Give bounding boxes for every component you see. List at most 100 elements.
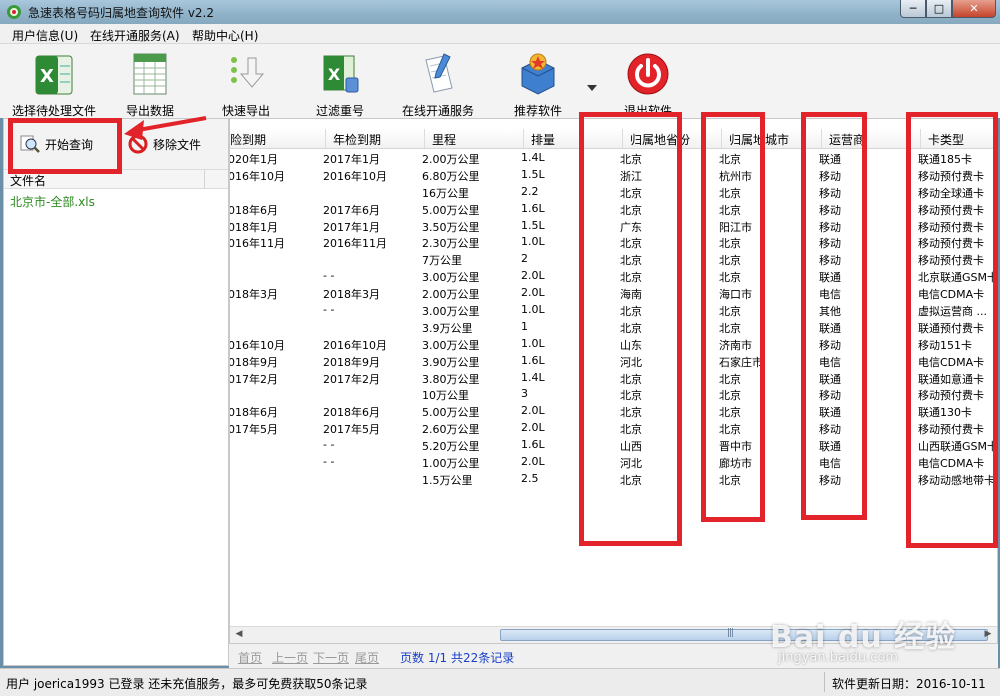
quick-export-label: 快速导出 bbox=[221, 104, 270, 118]
pager: 首页 上一页 下一页 尾页 页数 1/1 共22条记录 bbox=[229, 644, 998, 668]
col-mileage-header[interactable]: 里程 bbox=[432, 131, 456, 148]
first-page-link[interactable]: 首页 bbox=[238, 649, 262, 666]
col-displacement-cell: 1.0L bbox=[521, 235, 545, 249]
col-insurance-expiry-header[interactable]: 险到期 bbox=[230, 131, 266, 148]
col-mileage-cell: 1.00万公里 bbox=[422, 457, 480, 471]
file-panel: 开始查询 移除文件 文件名 北京市-全部.xls bbox=[3, 118, 229, 666]
annotation-box-city bbox=[701, 112, 765, 522]
excel-filter-icon: X bbox=[323, 55, 359, 93]
menu-bar: 用户信息(U) 在线开通服务(A) 帮助中心(H) bbox=[0, 24, 1000, 44]
col-displacement-cell: 1.4L bbox=[521, 370, 545, 384]
file-name-column: 文件名 bbox=[10, 174, 47, 188]
menu-online-service[interactable]: 在线开通服务(A) bbox=[90, 27, 180, 44]
svg-text:X: X bbox=[40, 66, 54, 87]
col-inspection-expiry-cell: - - bbox=[323, 438, 335, 452]
column-divider bbox=[424, 129, 425, 148]
status-divider bbox=[824, 672, 825, 692]
col-displacement-cell: 1.4L bbox=[521, 151, 545, 164]
col-inspection-expiry-cell: 2017年1月 bbox=[323, 220, 380, 234]
col-displacement-cell: 2.0L bbox=[521, 421, 545, 435]
recommend-dropdown-arrow[interactable] bbox=[584, 80, 600, 94]
prev-page-link[interactable]: 上一页 bbox=[272, 649, 308, 666]
select-file-label: 选择待处理文件 bbox=[11, 104, 96, 118]
maximize-button[interactable]: □ bbox=[926, 0, 952, 18]
col-displacement-cell: 1.5L bbox=[521, 167, 545, 181]
scroll-thumb[interactable] bbox=[500, 628, 988, 641]
quick-export-button[interactable]: 快速导出 bbox=[216, 50, 276, 119]
col-mileage-cell: 2.00万公里 bbox=[422, 288, 480, 302]
power-icon bbox=[627, 53, 669, 95]
filter-duplicates-button[interactable]: X 过滤重号 bbox=[310, 50, 370, 119]
filter-duplicates-label: 过滤重号 bbox=[315, 104, 364, 118]
col-insurance-expiry-cell: 2016年11月 bbox=[230, 237, 285, 251]
close-button[interactable]: ✕ bbox=[952, 0, 996, 18]
document-pen-icon bbox=[425, 53, 453, 93]
col-inspection-expiry-cell: 2016年10月 bbox=[323, 338, 387, 352]
last-page-link[interactable]: 尾页 bbox=[355, 649, 379, 666]
col-inspection-expiry-cell: - - bbox=[323, 455, 335, 469]
col-insurance-expiry-cell: 2018年1月 bbox=[229, 220, 278, 234]
col-mileage-cell: 3.9万公里 bbox=[422, 321, 473, 335]
col-mileage-cell: 3.80万公里 bbox=[422, 372, 480, 386]
col-displacement-cell: 1.0L bbox=[521, 303, 545, 317]
recommend-software-button[interactable]: 推荐软件 bbox=[506, 50, 570, 119]
col-inspection-expiry-cell: - - bbox=[323, 303, 335, 317]
scroll-right-arrow[interactable]: ▶ bbox=[981, 629, 995, 641]
annotation-box-province bbox=[579, 112, 682, 546]
update-date: 软件更新日期：2016-10-11 bbox=[832, 677, 986, 691]
page-info: 页数 1/1 共22条记录 bbox=[400, 651, 515, 665]
col-displacement-cell: 1.6L bbox=[521, 201, 545, 215]
software-box-icon bbox=[521, 53, 555, 95]
col-displacement-cell: 1.5L bbox=[521, 218, 545, 232]
online-service-button[interactable]: 在线开通服务 bbox=[398, 50, 478, 119]
select-file-button[interactable]: X 选择待处理文件 bbox=[8, 50, 100, 119]
export-data-button[interactable]: 导出数据 bbox=[118, 50, 182, 119]
col-insurance-expiry-cell: 2016年10月 bbox=[230, 338, 285, 352]
col-mileage-cell: 3.00万公里 bbox=[422, 271, 480, 285]
col-insurance-expiry-cell: 2018年6月 bbox=[229, 203, 278, 217]
col-displacement-cell: 1.6L bbox=[521, 438, 545, 452]
col-mileage-cell: 2.30万公里 bbox=[422, 237, 480, 251]
col-displacement-cell: 2.0L bbox=[521, 455, 545, 469]
annotation-box-card-type bbox=[906, 112, 998, 548]
col-insurance-expiry-cell: 2016年10月 bbox=[230, 169, 285, 183]
col-displacement-cell: 2.0L bbox=[521, 404, 545, 418]
title-bar[interactable]: 急速表格号码归属地查询软件 v2.2 ─ □ ✕ bbox=[0, 0, 1000, 24]
col-displacement-cell: 1 bbox=[521, 319, 528, 333]
column-divider bbox=[204, 170, 205, 189]
col-displacement-cell: 1.6L bbox=[521, 353, 545, 367]
status-bar: 用户 joerica1993 已登录 还未充值服务，最多可免费获取50条记录 软… bbox=[0, 668, 1000, 696]
col-insurance-expiry-cell: 2017年5月 bbox=[229, 423, 278, 437]
col-mileage-cell: 6.80万公里 bbox=[422, 169, 480, 183]
col-mileage-cell: 16万公里 bbox=[422, 186, 469, 200]
col-inspection-expiry-cell: - - bbox=[323, 269, 335, 283]
col-mileage-cell: 2.60万公里 bbox=[422, 423, 480, 437]
col-displacement-cell: 2.5 bbox=[521, 471, 539, 485]
file-list-item[interactable]: 北京市-全部.xls bbox=[10, 193, 95, 210]
recommend-software-label: 推荐软件 bbox=[513, 104, 562, 118]
col-inspection-expiry-cell: 2018年3月 bbox=[323, 288, 380, 302]
horizontal-scrollbar[interactable]: ◀ ▶ bbox=[230, 626, 997, 643]
col-inspection-expiry-cell: 2016年10月 bbox=[323, 169, 387, 183]
column-divider bbox=[523, 129, 524, 148]
svg-text:X: X bbox=[328, 65, 341, 84]
exit-button[interactable]: 退出软件 bbox=[616, 50, 680, 119]
minimize-button[interactable]: ─ bbox=[900, 0, 926, 18]
col-inspection-expiry-cell: 2018年9月 bbox=[323, 355, 380, 369]
col-mileage-cell: 3.00万公里 bbox=[422, 338, 480, 352]
col-insurance-expiry-cell: 2017年2月 bbox=[229, 372, 278, 386]
download-arrow-icon bbox=[231, 57, 265, 88]
col-insurance-expiry-cell: 2018年3月 bbox=[229, 288, 278, 302]
menu-help[interactable]: 帮助中心(H) bbox=[192, 27, 258, 44]
col-displacement-cell: 2.2 bbox=[521, 184, 539, 198]
scroll-left-arrow[interactable]: ◀ bbox=[232, 629, 246, 641]
col-inspection-expiry-header[interactable]: 年检到期 bbox=[333, 131, 381, 148]
col-insurance-expiry-cell: 2018年6月 bbox=[229, 406, 278, 420]
col-inspection-expiry-cell: 2017年1月 bbox=[323, 153, 380, 166]
column-divider bbox=[325, 129, 326, 148]
next-page-link[interactable]: 下一页 bbox=[313, 649, 349, 666]
menu-user-info[interactable]: 用户信息(U) bbox=[12, 27, 78, 44]
col-displacement-cell: 3 bbox=[521, 387, 528, 401]
window-title: 急速表格号码归属地查询软件 v2.2 bbox=[28, 6, 215, 20]
col-displacement-header[interactable]: 排量 bbox=[531, 131, 555, 148]
